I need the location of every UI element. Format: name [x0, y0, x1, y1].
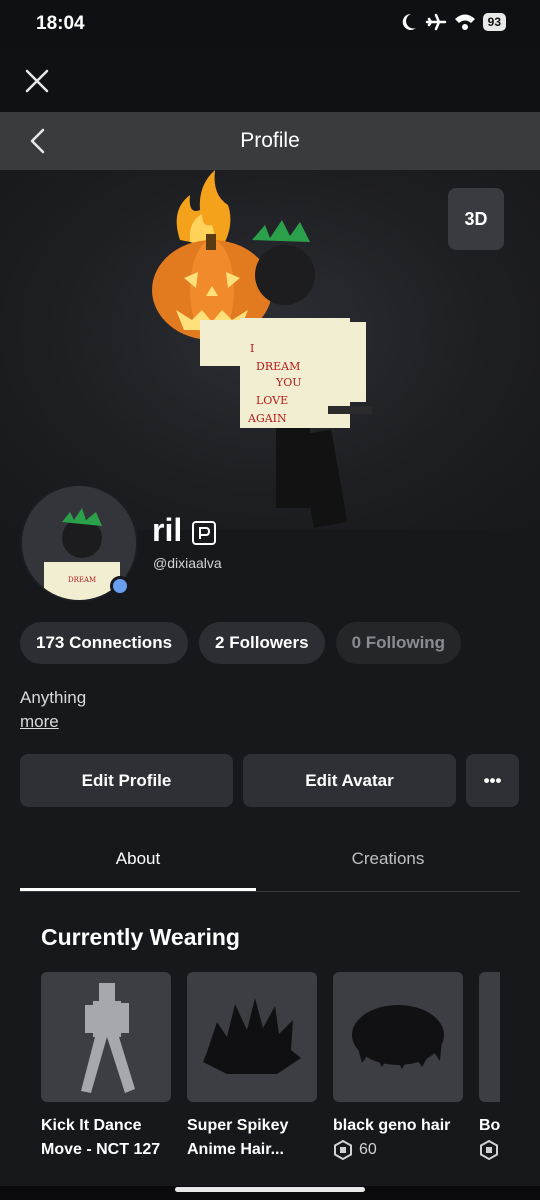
svg-text:AGAIN: AGAIN	[247, 412, 287, 425]
more-options-button[interactable]: •••	[466, 754, 519, 807]
item-name: Kick It Dance Move - NCT 127	[41, 1114, 173, 1162]
currently-wearing-title: Currently Wearing	[41, 924, 240, 950]
view-3d-button[interactable]: 3D	[448, 188, 504, 250]
tab-creations[interactable]: Creations	[256, 832, 520, 891]
username: @dixiaalva	[153, 555, 222, 571]
page-title: Profile	[240, 129, 300, 152]
connections-pill[interactable]: 173 Connections	[20, 622, 189, 664]
item-name: Bo	[479, 1114, 500, 1138]
item-thumbnail	[479, 972, 500, 1102]
item-name-line: Bo	[479, 1117, 500, 1134]
moon-icon	[402, 13, 416, 30]
item-price: 60	[333, 1140, 463, 1160]
item-name-line: Move - NCT 127	[41, 1141, 161, 1158]
item-thumbnail	[187, 972, 317, 1102]
item-name-line: black geno hair	[333, 1117, 451, 1134]
geno-hair-icon	[352, 1005, 444, 1069]
svg-text:DREAM: DREAM	[68, 576, 96, 584]
close-row	[0, 48, 540, 112]
bio-more-link[interactable]: more	[20, 712, 59, 732]
list-item[interactable]: Kick It Dance Move - NCT 127	[41, 972, 171, 1162]
item-price	[479, 1140, 500, 1160]
item-name: Super Spikey Anime Hair...	[187, 1114, 319, 1162]
svg-text:I: I	[250, 342, 254, 355]
status-bar: 18:04 93	[0, 0, 540, 48]
battery-indicator: 93	[482, 13, 506, 31]
close-icon[interactable]	[22, 66, 52, 96]
item-thumbnail	[333, 972, 463, 1102]
tab-about[interactable]: About	[20, 832, 256, 891]
robux-icon	[334, 1140, 352, 1160]
item-price-value: 60	[359, 1141, 377, 1158]
list-item[interactable]: black geno hair 60	[333, 972, 463, 1160]
stats-row: 173 Connections 2 Followers 0 Following	[20, 622, 462, 664]
home-handle[interactable]	[175, 1187, 365, 1192]
list-item[interactable]: Super Spikey Anime Hair...	[187, 972, 317, 1162]
dance-emote-icon	[81, 983, 135, 1093]
action-buttons: Edit Profile Edit Avatar •••	[20, 754, 519, 807]
status-time: 18:04	[36, 13, 85, 34]
edit-profile-button[interactable]: Edit Profile	[20, 754, 233, 807]
followers-pill[interactable]: 2 Followers	[199, 622, 325, 664]
avatar-stage[interactable]: I DREAM YOU LOVE AGAIN 3D	[0, 170, 540, 530]
item-name-line: Kick It Dance	[41, 1117, 142, 1134]
page-header: Profile	[0, 112, 540, 170]
online-status-dot	[110, 576, 130, 596]
svg-text:DREAM: DREAM	[256, 360, 300, 373]
bio-text: Anything	[20, 688, 87, 707]
wifi-icon	[454, 14, 475, 30]
wearing-items-list: Kick It Dance Move - NCT 127 Super Spike…	[41, 972, 500, 1200]
premium-icon	[192, 521, 216, 545]
edit-avatar-button[interactable]: Edit Avatar	[243, 754, 456, 807]
airplane-icon	[425, 13, 446, 31]
display-name: ril	[152, 512, 183, 548]
svg-text:LOVE: LOVE	[256, 394, 288, 407]
item-name: black geno hair	[333, 1114, 465, 1138]
item-name-line: Super Spikey	[187, 1117, 289, 1134]
following-pill[interactable]: 0 Following	[335, 622, 462, 664]
svg-text:YOU: YOU	[275, 376, 302, 389]
item-thumbnail	[41, 972, 171, 1102]
list-item[interactable]: Bo	[479, 972, 500, 1160]
item-name-line: Anime Hair...	[187, 1141, 284, 1158]
spiky-hair-icon	[203, 998, 301, 1074]
robux-icon	[480, 1140, 498, 1160]
status-icons: 93	[398, 12, 506, 32]
avatar-render: I DREAM YOU LOVE AGAIN	[152, 170, 372, 528]
profile-tabs: About Creations	[20, 832, 520, 892]
system-nav-bar	[0, 1186, 540, 1200]
